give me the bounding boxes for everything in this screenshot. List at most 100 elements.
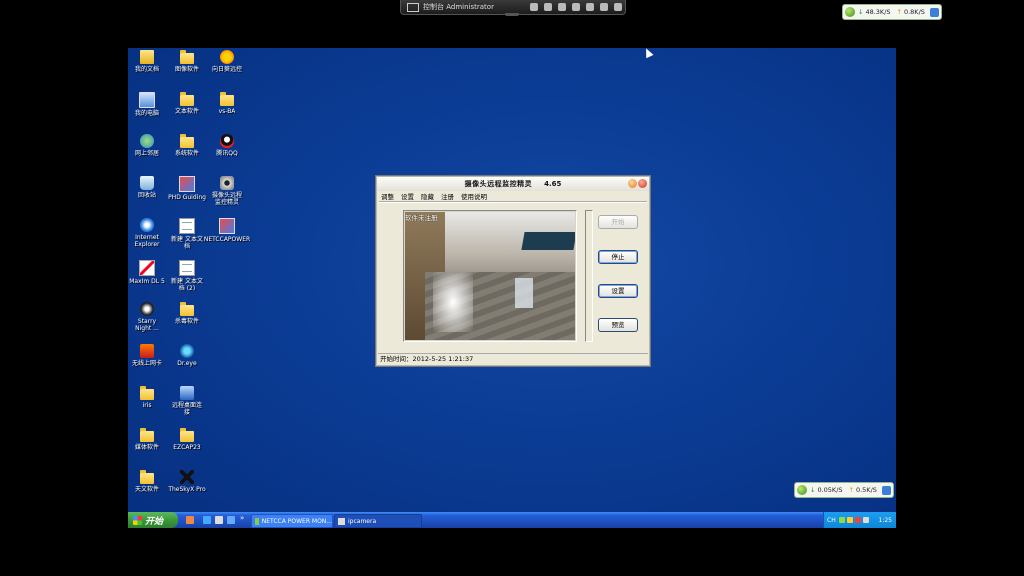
speed-ball-icon bbox=[797, 485, 807, 495]
desktop-icon[interactable]: 天文软件 bbox=[128, 470, 169, 493]
remote-toolbar-button-4[interactable] bbox=[572, 3, 580, 11]
remote-toolbar-button-2[interactable] bbox=[544, 3, 552, 11]
desktop-icon-label: 新建 文本文 档 bbox=[171, 236, 203, 250]
ipcamera-task-icon bbox=[338, 517, 345, 525]
menu-settings[interactable]: 设置 bbox=[401, 191, 414, 201]
menu-help[interactable]: 使用说明 bbox=[461, 191, 487, 201]
quicklaunch-overflow[interactable]: » bbox=[240, 514, 244, 522]
desktop-icon-label: 杀毒软件 bbox=[174, 318, 199, 325]
net-speed-widget-bottom[interactable]: ↓ 0.05K/S ↑ 0.5K/S bbox=[794, 482, 894, 498]
camera-monitor-window[interactable]: 摄像头远程监控精灵 4.65 调整 设置 隐藏 注册 使用说明 软件未注册 开始… bbox=[376, 176, 650, 366]
remote-bar-title: 控制台 Administrator bbox=[423, 3, 494, 11]
desktop-icon[interactable]: 媒体软件 bbox=[128, 428, 169, 451]
folder-icon bbox=[180, 302, 194, 316]
net-speed-widget-top[interactable]: ↓ 48.3K/S ↑ 0.8K/S bbox=[842, 4, 942, 20]
desktop-icon-label: 媒体软件 bbox=[134, 444, 159, 451]
remote-toolbar-button-6[interactable] bbox=[600, 3, 608, 11]
folder-icon bbox=[180, 50, 194, 64]
desktop-icon[interactable]: NETCCAPOWER bbox=[204, 218, 250, 243]
desktop-icon[interactable]: 远程桌面连 接 bbox=[165, 386, 209, 416]
quicklaunch-icon-4[interactable] bbox=[227, 516, 235, 524]
task-netcca-label: NETCCA POWER MON... bbox=[261, 517, 332, 525]
desktop-icon[interactable]: PHD Guiding bbox=[165, 176, 209, 201]
desktop-icon[interactable]: 无线上网卡 bbox=[128, 344, 169, 367]
desktop-icon[interactable]: 杀毒软件 bbox=[165, 302, 209, 325]
camera-view-frame: 软件未注册 bbox=[403, 210, 577, 342]
desktop-icon[interactable]: 向日葵远控 bbox=[205, 50, 249, 73]
tray-icon-3[interactable] bbox=[854, 517, 861, 523]
remote-toolbar-button-1[interactable] bbox=[530, 3, 538, 11]
remote-toolbar-button-3[interactable] bbox=[558, 3, 566, 11]
remote-bar-handle[interactable] bbox=[505, 13, 519, 16]
taskbar: 开始 » NETCCA POWER MON... ipcamera CH 1:2… bbox=[128, 512, 896, 528]
browser-icon bbox=[929, 7, 939, 17]
upload-arrow-icon: ↑ bbox=[848, 486, 854, 494]
window-version: 4.65 bbox=[544, 180, 562, 188]
language-indicator[interactable]: CH bbox=[827, 517, 836, 524]
desktop-icon-label: 远程桌面连 接 bbox=[171, 402, 202, 416]
remote-toolbar-button-5[interactable] bbox=[586, 3, 594, 11]
remote-toolbar-button-7[interactable] bbox=[614, 3, 622, 11]
quicklaunch-icon-1[interactable] bbox=[186, 516, 194, 524]
desktop-icon[interactable]: TheSkyX Pro bbox=[165, 470, 209, 493]
tray-icon-4[interactable] bbox=[862, 517, 869, 523]
desktop-icon-label: vs-BA bbox=[218, 108, 236, 115]
internet-explorer-icon bbox=[140, 218, 154, 232]
desktop-icon[interactable]: MaxIm DL 5 bbox=[128, 260, 169, 285]
settings-button[interactable]: 设置 bbox=[598, 284, 638, 298]
quicklaunch-icon-3[interactable] bbox=[215, 516, 223, 524]
desktop-icon[interactable]: iris bbox=[128, 386, 169, 409]
desktop-icon[interactable]: 回收站 bbox=[128, 176, 169, 199]
desktop-icon-label: 回收站 bbox=[137, 192, 156, 199]
quicklaunch-icon-2[interactable] bbox=[203, 516, 211, 524]
desktop-icon-label: TheSkyX Pro bbox=[168, 486, 206, 493]
desktop-icon[interactable]: 文本软件 bbox=[165, 92, 209, 115]
desktop-icon[interactable]: Internet Explorer bbox=[128, 218, 169, 248]
text-document-icon bbox=[179, 218, 195, 234]
folder-icon bbox=[220, 92, 234, 106]
desktop-icon[interactable]: 图像软件 bbox=[165, 50, 209, 73]
my-computer-icon bbox=[139, 92, 155, 108]
maxim-dl-icon bbox=[139, 260, 155, 276]
tray-icon-1[interactable] bbox=[838, 517, 845, 523]
desktop-icon[interactable]: Dr.eye bbox=[165, 344, 209, 367]
wireless-card-icon bbox=[140, 344, 154, 358]
video-chair bbox=[515, 278, 533, 308]
desktop-icon[interactable]: Starry Night ... bbox=[128, 302, 169, 332]
desktop-icon-label: MaxIm DL 5 bbox=[129, 278, 165, 285]
speed-ball-icon bbox=[845, 7, 855, 17]
desktop-icon[interactable]: 系统软件 bbox=[165, 134, 209, 157]
desktop-icon[interactable]: 新建 文本文 档 (2) bbox=[165, 260, 209, 292]
sunflower-icon bbox=[220, 50, 234, 64]
unregistered-overlay: 软件未注册 bbox=[405, 214, 438, 222]
start-button[interactable]: 开始 bbox=[598, 215, 638, 229]
task-netcca[interactable]: NETCCA POWER MON... bbox=[251, 514, 333, 528]
desktop-icon[interactable]: 我的文档 bbox=[128, 50, 169, 73]
desktop-icon-label: 新建 文本文 档 (2) bbox=[171, 278, 203, 292]
menu-hide[interactable]: 隐藏 bbox=[421, 191, 434, 201]
upload-speed: 0.5K/S bbox=[855, 486, 877, 494]
system-tray: CH 1:25 bbox=[823, 512, 896, 528]
desktop-icon-label: Starry Night ... bbox=[135, 318, 159, 332]
stop-button[interactable]: 停止 bbox=[598, 250, 638, 264]
title-bar[interactable]: 摄像头远程监控精灵 4.65 bbox=[377, 177, 649, 191]
video-glare bbox=[433, 272, 473, 332]
preview-button[interactable]: 预览 bbox=[598, 318, 638, 332]
desktop-icon[interactable]: vs-BA bbox=[205, 92, 249, 115]
desktop-icon[interactable]: 腾讯QQ bbox=[205, 134, 249, 157]
minimize-button[interactable] bbox=[628, 179, 637, 188]
start-button[interactable]: 开始 bbox=[128, 512, 178, 528]
desktop-icon[interactable]: 网上邻居 bbox=[128, 134, 169, 157]
menu-adjust[interactable]: 调整 bbox=[381, 191, 394, 201]
tray-icon-2[interactable] bbox=[846, 517, 853, 523]
menu-separator bbox=[379, 201, 647, 203]
task-ipcamera[interactable]: ipcamera bbox=[334, 514, 422, 528]
desktop-icon[interactable]: 我的电脑 bbox=[128, 92, 169, 117]
desktop-icon[interactable]: 新建 文本文 档 bbox=[165, 218, 209, 250]
download-arrow-icon: ↓ bbox=[858, 8, 864, 16]
desktop-icon[interactable]: EZCAP23 bbox=[165, 428, 209, 451]
close-button[interactable] bbox=[638, 179, 647, 188]
menu-register[interactable]: 注册 bbox=[441, 191, 454, 201]
desktop-icon[interactable]: 摄像头远程 监控精灵 bbox=[205, 176, 249, 206]
starry-night-icon bbox=[140, 302, 154, 316]
